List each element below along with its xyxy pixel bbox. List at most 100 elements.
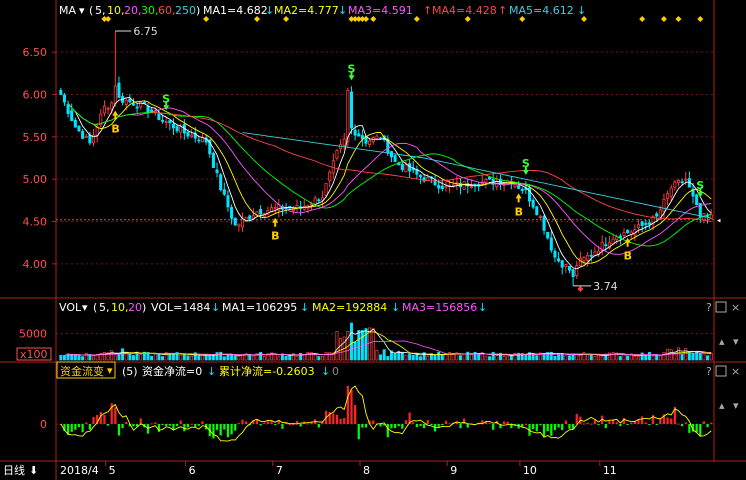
candle-body [444, 185, 448, 188]
candle-body [106, 107, 110, 110]
flow-indicator-name[interactable]: 资金流变 [60, 364, 104, 378]
ma-indicator-name[interactable]: MA [59, 4, 76, 17]
flow-bar [459, 424, 462, 429]
candle-body [237, 223, 241, 227]
candle-body [589, 254, 593, 257]
flow-panel-controls: ? × [706, 365, 740, 378]
volume-bar [84, 352, 88, 361]
flow-bar [419, 424, 422, 427]
flow-bar [201, 421, 204, 424]
volume-bar [600, 356, 604, 361]
flow-header: 资金流变 ▾ (5) 资金净流=0 ↓ 累计净流=-0.2603 ↓ 0 [56, 361, 339, 379]
flow-bar [666, 417, 669, 424]
flow-bar [641, 416, 644, 424]
flow-scroll-down-icon[interactable]: ▾ [733, 399, 739, 412]
vol-panel-controls: ? × [706, 301, 740, 314]
volume-bar [393, 352, 397, 361]
volume-bar [702, 353, 706, 361]
volume-bar [324, 352, 328, 361]
volume-bar [509, 355, 513, 361]
candle-body [451, 184, 455, 187]
vol-help-icon[interactable]: ? [706, 301, 712, 314]
candle-body [571, 269, 575, 277]
volume-bar [251, 355, 255, 361]
candle-body [535, 206, 539, 216]
flow-settings-icon[interactable] [715, 365, 727, 377]
ma2-value: MA2=4.777 [274, 4, 339, 17]
candle-body [259, 208, 263, 215]
volume-bar [593, 356, 597, 361]
x-tick-label: 10 [523, 464, 537, 477]
price-tick-label: 5.00 [23, 173, 48, 186]
candle-body [73, 119, 77, 128]
volume-bar [466, 351, 470, 361]
flow-bar [542, 424, 546, 438]
candle-body [655, 213, 659, 217]
candle-body [462, 181, 466, 190]
flow-close-icon[interactable]: × [731, 365, 740, 378]
volume-bar [150, 355, 154, 361]
vol-ma1-arrow-icon: ↓ [300, 301, 309, 314]
candle-body [146, 106, 150, 114]
volume-bar [102, 352, 106, 361]
vol-dropdown-icon[interactable]: ▾ [82, 301, 88, 314]
flow-bar [103, 414, 106, 424]
volume-bar [73, 354, 77, 361]
volume-bar [92, 355, 95, 361]
flow-bar [270, 421, 273, 424]
last-price-marker: ◂ [716, 216, 721, 226]
vol-ma3-arrow-icon: ↓ [478, 301, 487, 314]
volume-bar [524, 354, 528, 361]
ma4-value: MA4=4.428 [432, 4, 497, 17]
volume-bar [419, 356, 422, 361]
candle-body [211, 153, 215, 168]
volume-bar [506, 356, 510, 361]
volume-bar [477, 353, 481, 361]
volume-bar [433, 355, 437, 361]
flow-help-icon[interactable]: ? [706, 365, 712, 378]
period-selector[interactable]: 日线 [3, 463, 25, 477]
volume-bar [179, 354, 183, 361]
volume-bar [495, 355, 499, 361]
volume-bar [469, 354, 473, 361]
flow-dropdown-icon[interactable]: ▾ [107, 364, 113, 377]
volume-bar [110, 350, 114, 361]
ma-dropdown-icon[interactable]: ▾ [79, 4, 85, 17]
flow-bar [361, 424, 364, 428]
vol-indicator-name[interactable]: VOL [59, 301, 82, 314]
volume-bar [197, 355, 201, 361]
x-tick-label: 11 [603, 464, 617, 477]
candle-body [131, 103, 136, 106]
volume-bar [459, 355, 462, 361]
flow-bar [586, 422, 589, 424]
signal-diamond [697, 16, 704, 22]
flow-bar [168, 424, 171, 426]
buy-signal-label: B [111, 123, 119, 136]
flow-bar [266, 421, 270, 424]
flow-scroll-up-icon[interactable]: ▴ [719, 399, 725, 412]
scroll-up-icon[interactable]: ▴ [719, 335, 725, 348]
candle-body [88, 134, 92, 144]
flow-bar [332, 413, 335, 424]
vol-header: VOL ▾ ( 5, 10, 20 ) VOL=1484 ↓ MA1=10629… [59, 301, 487, 314]
vol-settings-icon[interactable] [715, 301, 727, 313]
flow-bar [139, 418, 142, 424]
volume-bar [673, 353, 677, 361]
scroll-down-icon[interactable]: ▾ [733, 335, 739, 348]
candle-body [328, 171, 332, 182]
arrow-down-icon[interactable]: ⬇ [29, 464, 38, 477]
candle-body [164, 121, 168, 124]
flow-bar [215, 424, 219, 430]
candle-body [186, 132, 190, 137]
ma-params-suffix: ) [196, 4, 200, 17]
price-tick-label: 4.00 [23, 258, 48, 271]
flow-bar [175, 424, 179, 427]
flow-bar [81, 424, 84, 433]
flow-bar [146, 424, 150, 434]
stock-chart[interactable]: ◂ MA ▾ ( 5, 10, 20, 30, 60, 250 ) MA1=4.… [0, 0, 746, 480]
vol-close-icon[interactable]: × [731, 301, 740, 314]
candle-body [680, 181, 684, 184]
candle-body [644, 223, 648, 225]
candle-body [331, 160, 335, 174]
flow-bar [550, 424, 553, 436]
